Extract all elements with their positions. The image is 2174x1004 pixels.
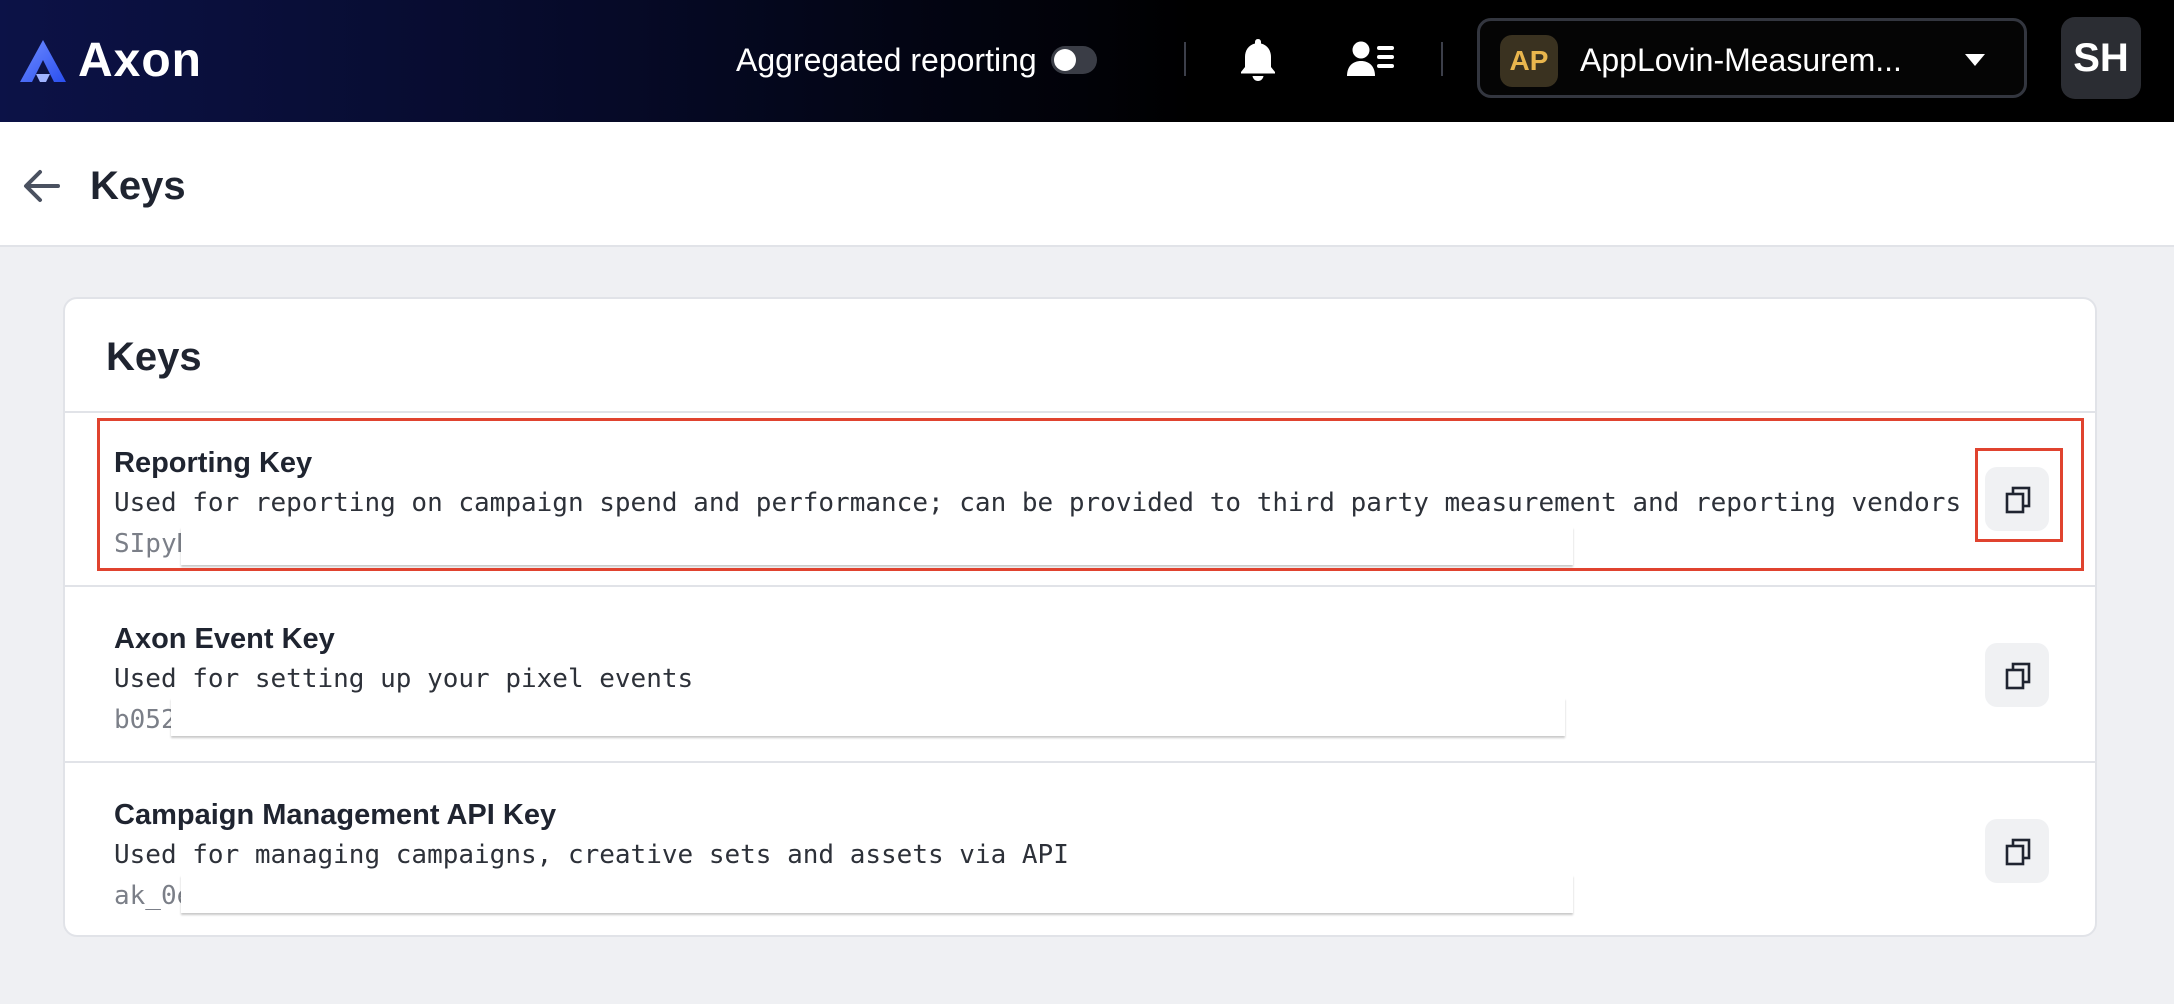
back-arrow-icon[interactable]: [22, 167, 62, 205]
brand-name: Axon: [78, 34, 202, 87]
key-description: Used for setting up your pixel events: [114, 664, 694, 694]
chevron-down-icon: [1965, 54, 1985, 66]
key-description: Used for managing campaigns, creative se…: [114, 840, 1069, 870]
keys-card: Keys Reporting Key Used for reporting on…: [63, 297, 2097, 937]
notifications-bell-icon[interactable]: [1236, 36, 1280, 82]
copy-axon-event-key-button[interactable]: [1985, 643, 2049, 707]
key-row-axon-event: Axon Event Key Used for setting up your …: [65, 589, 2095, 763]
account-switcher[interactable]: AP AppLovin-Measurem...: [1477, 18, 2027, 98]
card-title: Keys: [106, 335, 202, 379]
divider: [65, 585, 2095, 587]
key-name: Campaign Management API Key: [114, 799, 557, 831]
account-avatar: AP: [1500, 35, 1558, 87]
copy-campaign-management-api-key-button[interactable]: [1985, 819, 2049, 883]
profile-avatar-button[interactable]: SH: [2061, 17, 2141, 99]
axon-logo-icon: [20, 40, 66, 82]
page-title: Keys: [90, 164, 186, 208]
account-name: AppLovin-Measurem...: [1580, 42, 1902, 78]
page-header: Keys: [0, 122, 2174, 247]
redaction-overlay: [181, 875, 1573, 913]
redaction-overlay: [171, 698, 1565, 736]
key-name: Axon Event Key: [114, 623, 335, 655]
divider: [1441, 42, 1443, 76]
divider: [65, 761, 2095, 763]
key-value[interactable]: b052: [114, 703, 177, 737]
aggregated-reporting-label: Aggregated reporting: [736, 42, 1037, 78]
top-navigation-bar: Axon Aggregated reporting AP AppLovin-Me…: [0, 0, 2174, 122]
highlight-reporting-key-row: [97, 418, 2084, 571]
axon-logo[interactable]: Axon: [18, 36, 202, 86]
copy-icon: [2005, 838, 2031, 866]
copy-icon: [2005, 662, 2031, 690]
key-row-campaign-management-api: Campaign Management API Key Used for man…: [65, 765, 2095, 939]
aggregated-reporting: Aggregated reporting: [736, 36, 1097, 84]
divider: [1184, 42, 1186, 76]
highlight-copy-button: [1975, 448, 2063, 542]
user-list-icon[interactable]: [1346, 38, 1396, 80]
aggregated-reporting-toggle[interactable]: [1050, 46, 1097, 74]
toggle-knob: [1053, 49, 1076, 71]
